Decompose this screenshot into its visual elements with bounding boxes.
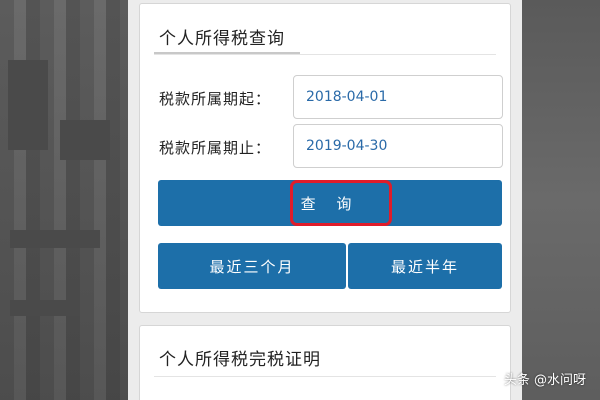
phone-screen: 个人所得税查询 税款所属期起： 税款所属期止： 查 询 最近三个月 最近半年 个…	[128, 0, 522, 400]
start-date-label: 税款所属期起：	[159, 90, 272, 108]
blurred-background-right	[522, 0, 600, 400]
end-date-label: 税款所属期止：	[159, 139, 272, 157]
card-title: 个人所得税查询	[159, 29, 285, 49]
blurred-block	[60, 120, 110, 160]
query-button[interactable]: 查 询	[158, 180, 502, 226]
card-title: 个人所得税完税证明	[159, 350, 321, 370]
recent-half-year-button[interactable]: 最近半年	[348, 243, 502, 289]
start-date-input[interactable]	[293, 75, 503, 119]
title-underline	[154, 52, 300, 54]
tax-query-card: 个人所得税查询 税款所属期起： 税款所属期止： 查 询 最近三个月 最近半年	[139, 3, 511, 313]
blurred-background-left	[0, 0, 128, 400]
blurred-block	[8, 60, 48, 150]
blurred-block	[10, 230, 100, 248]
tax-certificate-card: 个人所得税完税证明	[139, 325, 511, 400]
recent-three-months-button[interactable]: 最近三个月	[158, 243, 346, 289]
end-date-input[interactable]	[293, 124, 503, 168]
blurred-block	[10, 300, 80, 316]
watermark: 头条 @水问呀	[503, 373, 586, 388]
title-divider	[154, 376, 496, 377]
title-divider	[154, 54, 496, 55]
